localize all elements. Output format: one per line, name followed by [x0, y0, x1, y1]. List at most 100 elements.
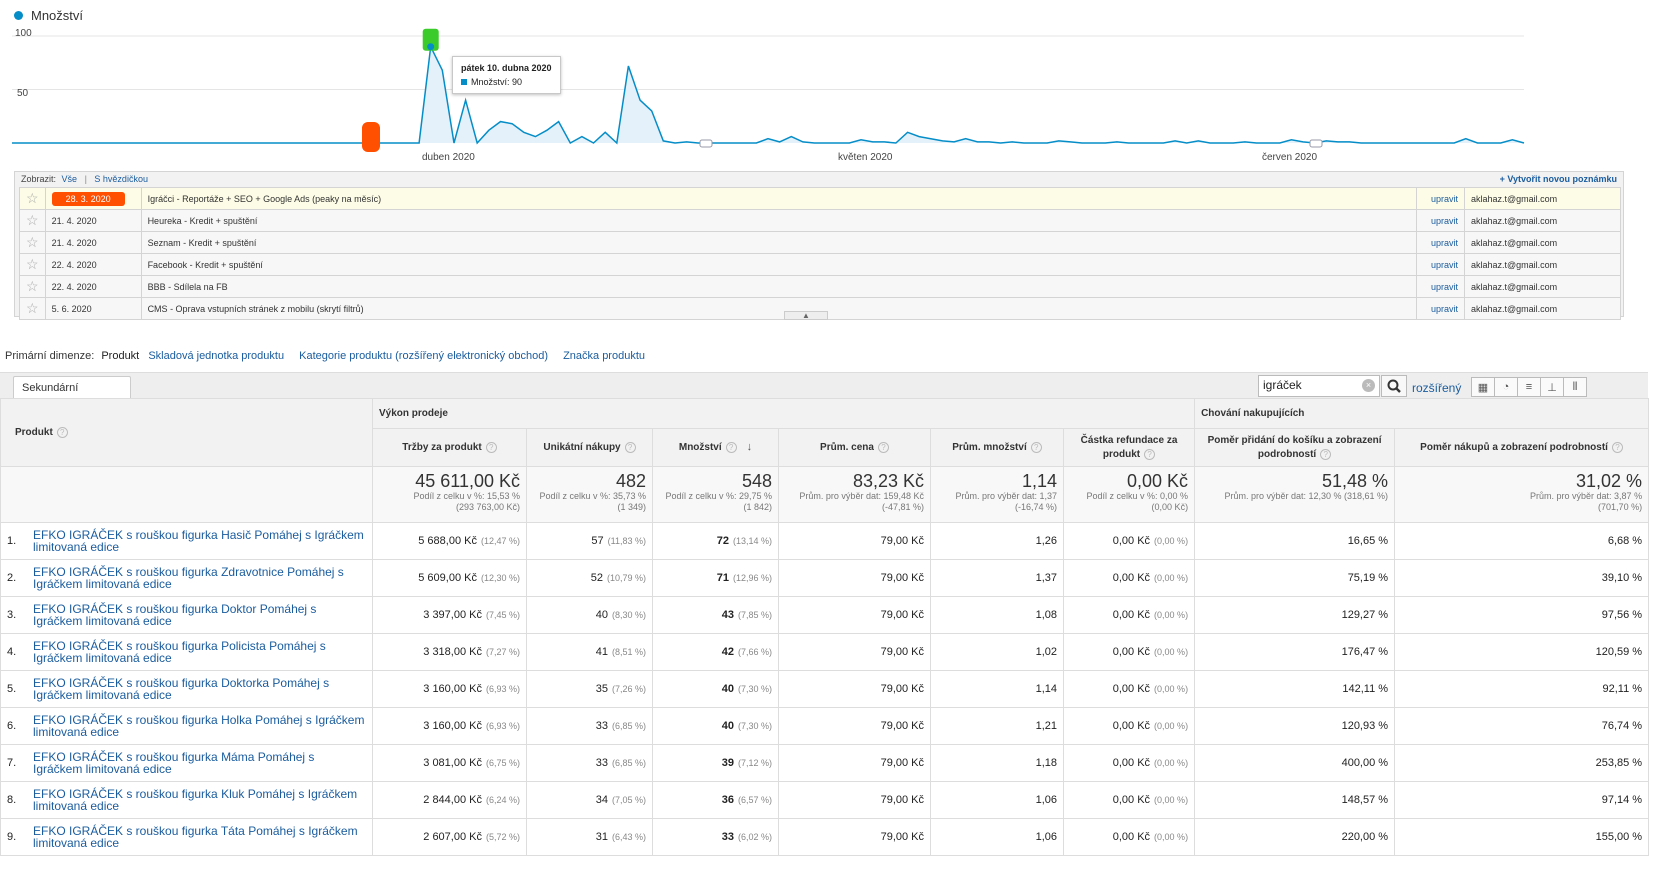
product-link[interactable]: EFKO IGRÁČEK s rouškou figurka Táta Pomá…	[33, 825, 366, 849]
group-header-behavior: Chování nakupujících	[1194, 398, 1650, 429]
annotation-date: 21. 4. 2020	[51, 215, 97, 226]
product-link[interactable]: EFKO IGRÁČEK s rouškou figurka Máma Pomá…	[33, 751, 366, 775]
help-icon[interactable]: ?	[1320, 448, 1332, 460]
star-icon[interactable]: ☆	[19, 253, 46, 276]
table-search-input[interactable]: igráček ×	[1258, 375, 1380, 397]
unique-cell: 57 (11,83 %)	[526, 522, 653, 560]
help-icon[interactable]: ?	[1611, 441, 1623, 453]
product-link[interactable]: EFKO IGRÁČEK s rouškou figurka Kluk Pomá…	[33, 788, 366, 812]
col-header-revenue[interactable]: Tržby za produkt?	[372, 428, 527, 467]
product-link[interactable]: EFKO IGRÁČEK s rouškou figurka Zdravotni…	[33, 566, 366, 590]
col-header-avg-quantity[interactable]: Prům. množství?	[930, 428, 1064, 467]
help-icon[interactable]: ?	[56, 427, 68, 438]
dimension-link-brand[interactable]: Značka produktu	[563, 350, 645, 362]
product-link[interactable]: EFKO IGRÁČEK s rouškou figurka Doktorka …	[33, 677, 366, 701]
annotation-marker-icon[interactable]	[1309, 139, 1323, 148]
annotations-starred-link[interactable]: S hvězdičkou	[94, 174, 148, 184]
annotation-row: ☆ 21. 4. 2020 Seznam - Kredit + spuštění up…	[19, 231, 1621, 254]
annotation-edit-link[interactable]: upravit	[1431, 216, 1458, 226]
collapse-annotations-button[interactable]: ▲	[784, 311, 828, 320]
dimension-link-sku[interactable]: Skladová jednotka produktu	[148, 350, 284, 362]
annotation-edit-link[interactable]: upravit	[1431, 282, 1458, 292]
table-row: 6. EFKO IGRÁČEK s rouškou figurka Holka P…	[0, 707, 1650, 745]
annotation-marker-icon[interactable]	[699, 139, 713, 148]
clear-search-icon[interactable]: ×	[1362, 379, 1375, 392]
create-annotation-link[interactable]: + Vytvořit novou poznámku	[1500, 174, 1617, 187]
y-tick-50: 50	[17, 88, 29, 99]
col-header-quantity[interactable]: Množství? ↓	[652, 428, 779, 467]
tooltip-swatch	[461, 79, 467, 85]
product-column-header[interactable]: Produkt?	[0, 398, 373, 467]
col-header-cart-ratio[interactable]: Poměr přidání do košíku a zobrazení podr…	[1194, 428, 1396, 467]
annotation-edit-cell: upravit	[1416, 209, 1465, 232]
total-value: 1,14	[1021, 471, 1057, 491]
quantity-chart: Množství 100 50 duben 2020 květen 2020 č…	[0, 0, 1656, 172]
quantity-cell: 72 (13,14 %)	[652, 522, 779, 560]
unique-value: 35	[595, 683, 608, 695]
row-number: 5.	[7, 683, 17, 695]
product-link[interactable]: EFKO IGRÁČEK s rouškou figurka Holka Pom…	[33, 714, 366, 738]
annotation-text: CMS - Oprava vstupních stránek z mobilu …	[140, 297, 1418, 320]
revenue-cell: 3 160,00 Kč (6,93 %)	[372, 670, 527, 708]
star-icon[interactable]: ☆	[19, 297, 46, 320]
col-header-refund[interactable]: Částka refundace za produkt?	[1062, 428, 1196, 467]
totals-cell: 31,02 % Prům. pro výběr dat: 3,87 % (701,7…	[1394, 466, 1650, 523]
comparison-view-icon[interactable]: ⊥	[1540, 377, 1564, 397]
secondary-dimension-dropdown[interactable]: Sekundární dimenze ▼	[13, 376, 131, 416]
help-icon[interactable]: ?	[725, 442, 737, 453]
annotation-edit-link[interactable]: upravit	[1431, 260, 1458, 270]
pie-view-icon[interactable]: ◔	[1494, 377, 1518, 397]
help-icon[interactable]: ?	[1144, 448, 1156, 460]
unique-cell: 31 (6,43 %)	[526, 818, 653, 856]
annotation-row: ☆ 28. 3. 2020 Igráčci - Reportáže + SEO + …	[19, 187, 1621, 210]
total-value: 31,02 %	[1576, 471, 1643, 491]
star-icon[interactable]: ☆	[19, 209, 46, 232]
total-line-1: Prům. pro výběr dat: 12,30 % (318,61 %)	[1224, 491, 1389, 501]
data-point[interactable]	[427, 43, 435, 51]
search-button[interactable]	[1381, 375, 1407, 397]
primary-dimension-bar: Primární dimenze: Produkt Skladová jedno…	[5, 350, 657, 362]
annotation-marker-icon[interactable]	[362, 122, 380, 152]
product-link[interactable]: EFKO IGRÁČEK s rouškou figurka Hasič Pom…	[33, 529, 366, 553]
total-line-2: (701,70 %)	[1598, 502, 1643, 512]
sort-desc-icon[interactable]: ↓	[747, 441, 753, 453]
col-header-avg-price[interactable]: Prům. cena?	[778, 428, 931, 467]
quantity-cell: 42 (7,66 %)	[652, 633, 779, 671]
totals-row: 45 611,00 Kč Podíl z celku v %: 15,53 % (2…	[0, 466, 1650, 523]
table-row: 2. EFKO IGRÁČEK s rouškou figurka Zdravot…	[0, 559, 1650, 597]
annotation-edit-link[interactable]: upravit	[1431, 194, 1458, 204]
col-header-buy-ratio[interactable]: Poměr nákupů a zobrazení podrobností?	[1394, 428, 1650, 467]
star-icon[interactable]: ☆	[19, 275, 46, 298]
quantity-share: (7,12 %)	[737, 758, 772, 768]
advanced-filter-link[interactable]: rozšířený	[1412, 381, 1461, 395]
revenue-cell: 3 081,00 Kč (6,75 %)	[372, 744, 527, 782]
row-number: 2.	[7, 572, 17, 584]
annotation-edit-link[interactable]: upravit	[1431, 304, 1458, 314]
product-link[interactable]: EFKO IGRÁČEK s rouškou figurka Doktor Po…	[33, 603, 366, 627]
table-view-icon[interactable]: ▦	[1471, 377, 1495, 397]
product-cell: 8. EFKO IGRÁČEK s rouškou figurka Kluk Po…	[0, 781, 373, 819]
help-icon[interactable]: ?	[1030, 441, 1042, 453]
help-icon[interactable]: ?	[485, 441, 497, 453]
star-icon[interactable]: ☆	[19, 231, 46, 254]
annotation-email: aklahaz.t@gmail.com	[1464, 209, 1621, 232]
help-icon[interactable]: ?	[624, 441, 636, 453]
dimension-link-category[interactable]: Kategorie produktu (rozšířený elektronic…	[299, 350, 548, 362]
help-icon[interactable]: ?	[877, 441, 889, 453]
x-label-june: červen 2020	[1262, 152, 1317, 163]
star-icon[interactable]: ☆	[19, 187, 46, 210]
annotation-text: Igráčci - Reportáže + SEO + Google Ads (…	[140, 187, 1418, 210]
annotations-all-link[interactable]: Vše	[62, 174, 78, 184]
refund-share: (0,00 %)	[1154, 684, 1189, 694]
performance-view-icon[interactable]: ≡	[1517, 377, 1541, 397]
quantity-cell: 33 (6,02 %)	[652, 818, 779, 856]
total-value: 482	[615, 471, 646, 491]
annotation-text: Facebook - Kredit + spuštění	[140, 253, 1418, 276]
product-cell: 2. EFKO IGRÁČEK s rouškou figurka Zdravot…	[0, 559, 373, 597]
pivot-view-icon[interactable]: ⦀	[1563, 377, 1587, 397]
avg-quantity-cell: 1,26	[930, 522, 1064, 560]
total-line-2: (293 763,00 Kč)	[455, 502, 520, 512]
product-link[interactable]: EFKO IGRÁČEK s rouškou figurka Policista…	[33, 640, 366, 664]
annotation-edit-link[interactable]: upravit	[1431, 238, 1458, 248]
col-header-unique-purchases[interactable]: Unikátní nákupy?	[526, 428, 653, 467]
